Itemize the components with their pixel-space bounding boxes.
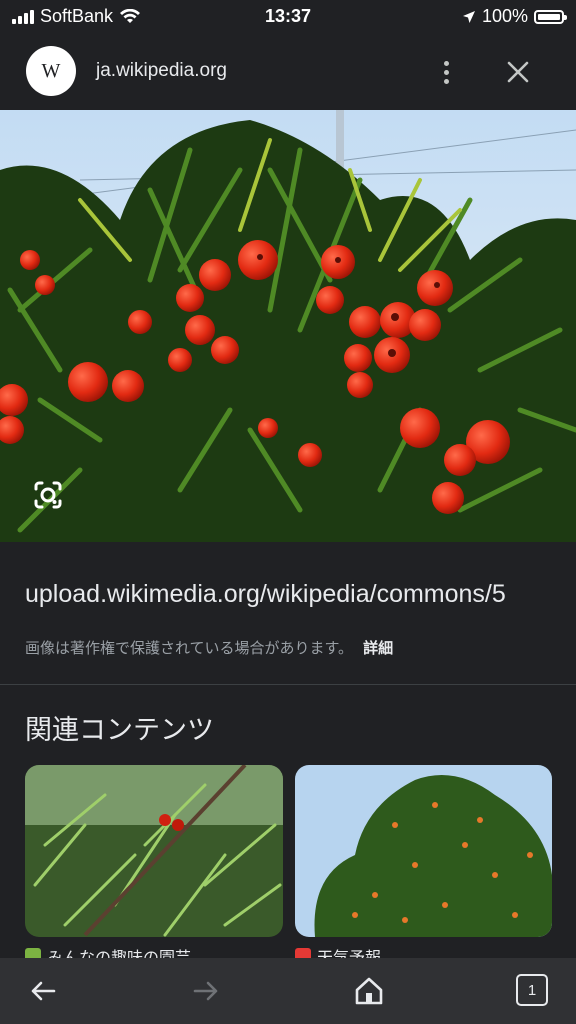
related-item-thumbnail-1[interactable]: [25, 765, 283, 937]
details-link[interactable]: 詳細: [363, 640, 393, 657]
forward-arrow-icon[interactable]: [189, 974, 223, 1008]
copyright-notice: 画像は著作権で保護されている場合があります。 詳細: [25, 637, 393, 658]
location-arrow-icon: [462, 10, 475, 23]
tab-switcher-button[interactable]: 1: [516, 974, 548, 1006]
tab-count: 1: [527, 981, 537, 999]
close-icon[interactable]: [500, 54, 536, 90]
related-content-heading: 関連コンテンツ: [25, 715, 214, 745]
browser-toolbar: 1: [0, 958, 576, 1024]
home-icon[interactable]: [352, 974, 386, 1008]
back-arrow-icon[interactable]: [26, 974, 60, 1008]
divider: [0, 684, 576, 685]
related-item-thumbnail-2[interactable]: [295, 765, 552, 937]
wikipedia-favicon: W: [26, 46, 76, 96]
battery-percent: 100%: [481, 6, 528, 26]
main-image[interactable]: [0, 110, 576, 542]
image-source-url[interactable]: upload.wikimedia.org/wikipedia/commons/5: [25, 580, 506, 609]
copyright-text: 画像は著作権で保護されている場合があります。: [25, 640, 354, 657]
google-lens-icon[interactable]: [30, 477, 66, 513]
more-options-button[interactable]: [430, 54, 462, 90]
battery-icon: [534, 9, 567, 24]
image-viewer-header: W ja.wikipedia.org: [0, 32, 576, 110]
site-domain[interactable]: ja.wikipedia.org: [96, 60, 227, 82]
status-bar: SoftBank 13:37 100%: [0, 0, 576, 32]
